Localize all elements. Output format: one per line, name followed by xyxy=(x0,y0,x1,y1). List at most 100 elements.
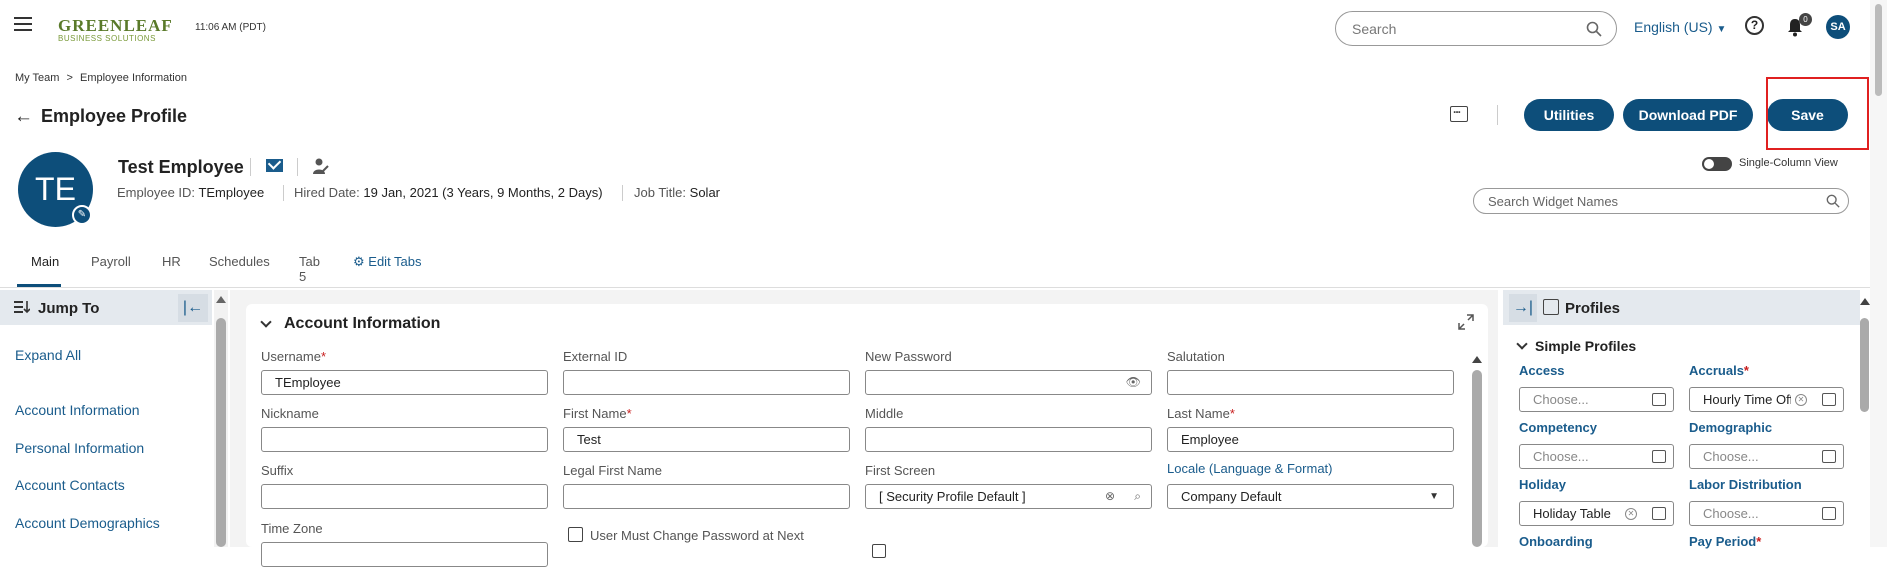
language-selector[interactable]: English (US) ▼ xyxy=(1634,19,1726,35)
lookup-icon[interactable] xyxy=(1822,450,1836,463)
widget-search-input[interactable] xyxy=(1488,194,1808,209)
holiday-value: Holiday Table xyxy=(1533,506,1611,521)
page-scrollbar[interactable] xyxy=(1870,0,1887,547)
back-arrow-icon[interactable]: ← xyxy=(14,106,33,128)
expand-all-link[interactable]: Expand All xyxy=(15,347,81,363)
nickname-field[interactable] xyxy=(261,427,548,452)
last-name-label: Last Name* xyxy=(1167,406,1235,421)
profiles-panel: →| Profiles Simple Profiles Access Choos… xyxy=(1503,290,1860,549)
username-label-text: Username xyxy=(261,349,321,364)
help-icon[interactable]: ? xyxy=(1745,16,1764,35)
first-name-field[interactable]: Test xyxy=(563,427,850,452)
tab-5[interactable]: Tab 5 xyxy=(299,254,320,284)
expand-icon[interactable] xyxy=(1458,314,1474,330)
jump-to-title: Jump To xyxy=(38,300,100,317)
lookup-icon[interactable] xyxy=(1652,507,1666,520)
user-avatar[interactable]: SA xyxy=(1826,15,1850,39)
jump-link-account-demographics[interactable]: Account Demographics xyxy=(15,515,160,531)
page-title: Employee Profile xyxy=(41,106,188,126)
jump-link-account-information[interactable]: Account Information xyxy=(15,402,140,418)
lookup-icon[interactable] xyxy=(1822,507,1836,520)
search-icon[interactable] xyxy=(1826,194,1840,208)
lookup-icon[interactable] xyxy=(1652,393,1666,406)
time-zone-field[interactable] xyxy=(261,542,548,567)
clear-icon[interactable]: ✕ xyxy=(1795,394,1807,406)
scroll-up-arrow-icon[interactable] xyxy=(216,296,226,303)
collapse-panel-icon[interactable]: |← xyxy=(178,294,208,322)
company-logo[interactable]: GREENLEAF BUSINESS SOLUTIONS xyxy=(58,16,173,43)
tabs-divider xyxy=(0,287,1870,288)
chevron-down-icon[interactable] xyxy=(1516,338,1528,350)
search-icon[interactable] xyxy=(1586,21,1602,37)
holiday-chooser[interactable]: Holiday Table ✕ xyxy=(1519,501,1674,526)
jump-panel-scrollbar[interactable] xyxy=(214,290,228,547)
widget-search[interactable] xyxy=(1473,188,1849,214)
current-time: 11:06 AM (PDT) xyxy=(195,22,266,33)
tab-payroll[interactable]: Payroll xyxy=(91,254,131,269)
page-scrollbar-thumb[interactable] xyxy=(1875,4,1882,96)
lookup-icon[interactable]: ⌕ xyxy=(1134,489,1141,504)
tab-main[interactable]: Main xyxy=(31,254,59,269)
show-password-eye-icon[interactable]: 👁 xyxy=(1126,375,1141,389)
edit-avatar-pencil-icon[interactable]: ✎ xyxy=(72,205,92,225)
competency-placeholder: Choose... xyxy=(1533,449,1589,464)
download-pdf-button[interactable]: Download PDF xyxy=(1623,99,1753,131)
scrollbar-thumb[interactable] xyxy=(1860,318,1869,412)
labor-distribution-chooser[interactable]: Choose... xyxy=(1689,501,1844,526)
competency-label: Competency xyxy=(1519,420,1598,435)
profiles-scrollbar[interactable] xyxy=(1860,290,1870,547)
hamburger-menu-icon[interactable] xyxy=(14,17,32,31)
locale-label[interactable]: Locale (Language & Format) xyxy=(1167,461,1332,476)
single-column-toggle[interactable] xyxy=(1702,157,1732,171)
checkbox[interactable] xyxy=(872,544,886,558)
global-search[interactable] xyxy=(1335,11,1617,46)
suffix-field[interactable] xyxy=(261,484,548,509)
first-screen-field[interactable]: [ Security Profile Default ] ⊗ ⌕ xyxy=(865,484,1152,509)
demographic-chooser[interactable]: Choose... xyxy=(1689,444,1844,469)
legal-first-name-field[interactable] xyxy=(563,484,850,509)
lookup-icon[interactable] xyxy=(1652,450,1666,463)
access-chooser[interactable]: Choose... xyxy=(1519,387,1674,412)
nickname-label: Nickname xyxy=(261,406,319,421)
username-field[interactable]: TEmployee xyxy=(261,370,548,395)
accruals-chooser[interactable]: Hourly Time Off ✕ xyxy=(1689,387,1844,412)
global-search-input[interactable] xyxy=(1352,21,1572,37)
locale-select[interactable]: Company Default ▼ xyxy=(1167,484,1454,509)
edit-tabs-label: Edit Tabs xyxy=(368,254,422,269)
logo-line1: GREENLEAF xyxy=(58,16,173,35)
competency-chooser[interactable]: Choose... xyxy=(1519,444,1674,469)
jump-link-personal-information[interactable]: Personal Information xyxy=(15,440,144,456)
first-name-value: Test xyxy=(577,432,601,447)
jump-link-account-contacts[interactable]: Account Contacts xyxy=(15,477,125,493)
clear-icon[interactable]: ✕ xyxy=(1625,508,1637,520)
comment-icon[interactable] xyxy=(1450,102,1468,122)
scrollbar-thumb[interactable] xyxy=(1472,370,1482,547)
divider xyxy=(250,158,251,176)
expand-panel-icon[interactable]: →| xyxy=(1509,294,1537,322)
lookup-icon[interactable] xyxy=(1822,393,1836,406)
middle-field[interactable] xyxy=(865,427,1152,452)
must-change-password-checkbox[interactable] xyxy=(568,527,583,542)
breadcrumb-my-team[interactable]: My Team xyxy=(15,72,59,84)
username-value: TEmployee xyxy=(275,375,341,390)
last-name-value: Employee xyxy=(1181,432,1239,447)
clear-icon[interactable]: ⊗ xyxy=(1105,489,1115,503)
email-icon[interactable] xyxy=(266,159,283,172)
person-edit-icon[interactable] xyxy=(313,157,329,175)
tab-schedules[interactable]: Schedules xyxy=(209,254,270,269)
edit-tabs-link[interactable]: ⚙ Edit Tabs xyxy=(353,254,422,270)
labor-distribution-label: Labor Distribution xyxy=(1689,477,1802,492)
list-sort-icon xyxy=(14,301,30,314)
salutation-field[interactable] xyxy=(1167,370,1454,395)
utilities-button[interactable]: Utilities xyxy=(1524,99,1614,131)
first-name-label: First Name* xyxy=(563,406,632,421)
scrollbar-thumb[interactable] xyxy=(216,318,226,547)
scroll-up-arrow-icon[interactable] xyxy=(1860,298,1870,305)
card-scrollbar[interactable] xyxy=(1471,356,1483,547)
external-id-field[interactable] xyxy=(563,370,850,395)
tab-hr[interactable]: HR xyxy=(162,254,181,269)
scroll-up-arrow-icon[interactable] xyxy=(1472,356,1482,363)
new-password-field[interactable]: 👁 xyxy=(865,370,1152,395)
last-name-field[interactable]: Employee xyxy=(1167,427,1454,452)
divider xyxy=(283,185,284,201)
